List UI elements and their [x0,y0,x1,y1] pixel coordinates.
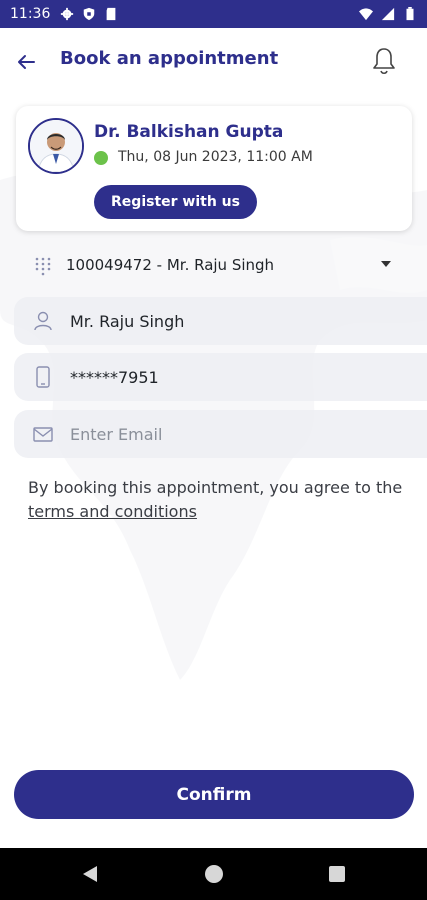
terms-link[interactable]: terms and conditions [28,502,197,521]
name-field[interactable]: Mr. Raju Singh [14,297,427,345]
doctor-name: Dr. Balkishan Gupta [94,122,284,142]
gear-icon [61,7,74,21]
doctor-card: Dr. Balkishan Gupta Thu, 08 Jun 2023, 11… [16,106,412,231]
terms-text: By booking this appointment, you agree t… [28,476,408,524]
confirm-button[interactable]: Confirm [14,770,414,819]
dialpad-icon [35,257,51,276]
appointment-datetime: Thu, 08 Jun 2023, 11:00 AM [118,149,313,165]
page-title: Book an appointment [60,48,279,69]
calendar-status-icon [94,151,108,165]
email-field[interactable]: Enter Email [14,410,427,458]
name-field-value: Mr. Raju Singh [70,311,185,331]
recents-square-icon[interactable] [329,866,345,882]
email-field-placeholder: Enter Email [70,424,163,444]
shield-icon [84,7,95,21]
system-nav-bar [0,848,427,900]
mobile-phone-icon [36,366,50,388]
phone-field[interactable]: ******7951 [14,353,427,401]
patient-select[interactable]: 100049472 - Mr. Raju Singh [14,241,427,289]
patient-select-value: 100049472 - Mr. Raju Singh [66,256,275,274]
terms-prefix: By booking this appointment, you agree t… [28,478,403,497]
register-button[interactable]: Register with us [94,185,257,219]
envelope-icon [33,427,53,442]
signal-icon [381,7,395,21]
back-triangle-icon[interactable] [82,865,98,883]
phone-field-value: ******7951 [70,367,159,387]
chevron-down-icon[interactable] [381,261,391,267]
sd-card-icon [106,7,116,21]
bell-icon[interactable] [371,46,397,76]
doctor-avatar [28,118,84,174]
app-header: Book an appointment [0,28,427,94]
status-time: 11:36 [10,6,51,22]
home-circle-icon[interactable] [205,865,223,883]
battery-icon [406,7,414,21]
arrow-left-icon[interactable] [14,50,38,74]
user-icon [34,311,52,331]
wifi-icon [359,8,373,21]
status-bar: 11:36 [0,0,427,28]
